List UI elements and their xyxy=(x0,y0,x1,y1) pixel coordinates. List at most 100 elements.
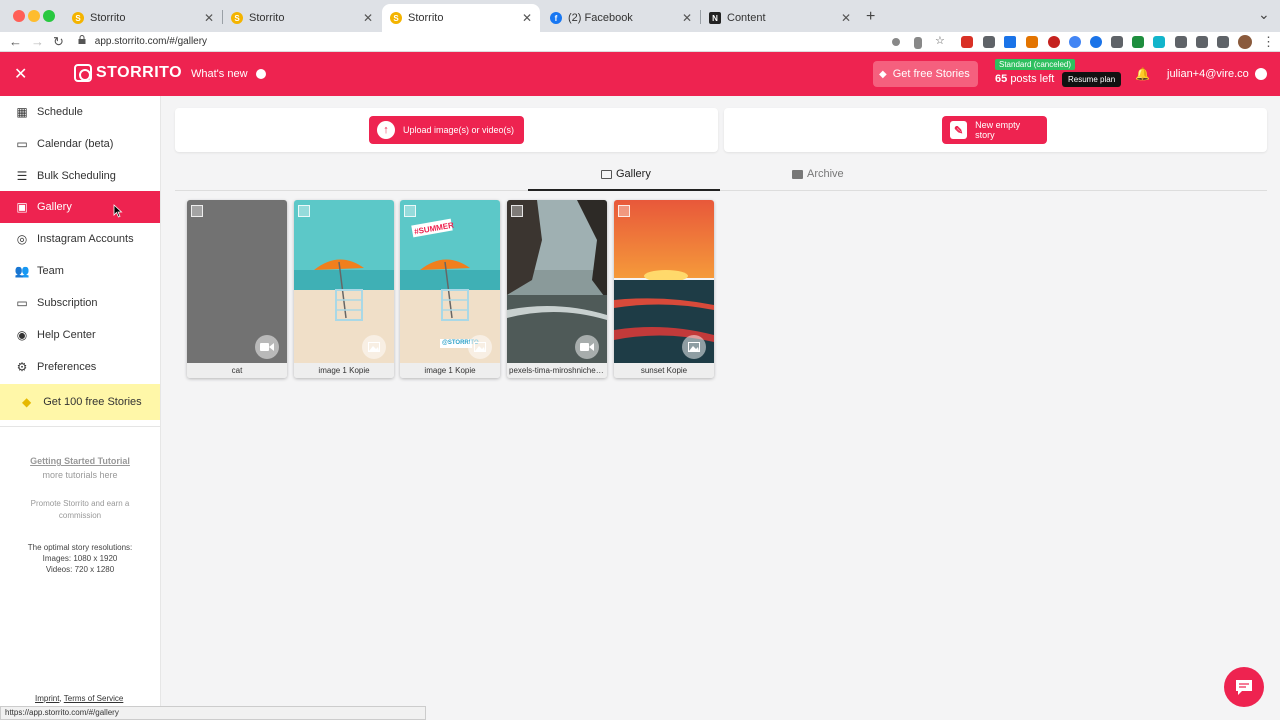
resume-plan-button[interactable]: Resume plan xyxy=(1062,72,1122,87)
close-tab-icon[interactable]: ✕ xyxy=(841,11,851,25)
select-checkbox[interactable] xyxy=(191,205,203,217)
bell-icon[interactable]: 🔔 xyxy=(1135,67,1150,81)
adblock-extension-icon[interactable] xyxy=(961,36,973,48)
get-free-stories-button[interactable]: ◆ Get free Stories xyxy=(873,61,978,87)
extension-icon[interactable] xyxy=(1090,36,1102,48)
profile-avatar[interactable] xyxy=(1238,35,1252,49)
lock-icon xyxy=(78,35,86,44)
help-icon: ◉ xyxy=(16,328,28,342)
sidebar-divider xyxy=(0,426,160,427)
chat-support-button[interactable] xyxy=(1224,667,1264,707)
more-tutorials-link[interactable]: more tutorials here xyxy=(0,470,160,480)
tab-archive[interactable]: Archive xyxy=(792,168,844,180)
sidebar-item-help-center[interactable]: ◉ Help Center xyxy=(0,319,160,351)
address-bar: ← → ↻ app.storrito.com/#/gallery ☆ ⋮ xyxy=(0,32,1280,52)
storrito-favicon-icon: S xyxy=(231,12,243,24)
whats-new-link[interactable]: What's new xyxy=(191,68,266,80)
media-caption: pexels-tima-miroshnichenko xyxy=(507,363,607,378)
sidebar: ▦ Schedule ▭ Calendar (beta) ☰ Bulk Sche… xyxy=(0,96,161,720)
video-camera-icon xyxy=(575,335,599,359)
images-icon: ▣ xyxy=(16,200,28,214)
media-item[interactable]: sunset Kopie xyxy=(614,200,714,378)
extension-icon[interactable] xyxy=(1153,36,1165,48)
user-icon xyxy=(1254,68,1267,80)
cast-icon[interactable] xyxy=(1196,36,1208,48)
chevron-down-icon[interactable]: ⌄ xyxy=(1258,6,1270,23)
select-checkbox[interactable] xyxy=(404,205,416,217)
get-100-free-stories-button[interactable]: ◆ Get 100 free Stories xyxy=(0,384,160,420)
media-caption: image 1 Kopie xyxy=(294,363,394,378)
media-item[interactable]: cat xyxy=(187,200,287,378)
list-icon: ☰ xyxy=(16,169,28,183)
terms-link[interactable]: Terms of Service xyxy=(64,694,124,703)
share-icon[interactable] xyxy=(914,37,922,49)
reload-icon[interactable]: ↻ xyxy=(53,34,64,50)
logo-mark-icon xyxy=(74,64,92,82)
gem-icon: ◆ xyxy=(879,68,887,80)
upload-media-button[interactable]: ↑ Upload image(s) or video(s) xyxy=(369,116,524,144)
gallery-tabs: Gallery Archive xyxy=(175,165,1267,191)
sidebar-item-schedule[interactable]: ▦ Schedule xyxy=(0,96,160,128)
media-item[interactable]: image 1 Kopie xyxy=(294,200,394,378)
affiliate-link[interactable]: Promote Storrito and earn a commission xyxy=(20,498,140,522)
gem-icon: ◆ xyxy=(22,395,32,409)
new-empty-story-button[interactable]: ✎ New empty story xyxy=(942,116,1047,144)
video-camera-icon xyxy=(255,335,279,359)
getting-started-tutorial-link[interactable]: Getting Started Tutorial xyxy=(0,456,160,466)
extension-icon[interactable] xyxy=(1111,36,1123,48)
browser-tab[interactable]: N Content ✕ xyxy=(701,4,859,32)
image-icon xyxy=(468,335,492,359)
sidebar-item-bulk-scheduling[interactable]: ☰ Bulk Scheduling xyxy=(0,160,160,192)
browser-tab[interactable]: S Storrito ✕ xyxy=(223,4,381,32)
storrito-logo[interactable]: STORRITO xyxy=(74,64,182,82)
url-field[interactable]: app.storrito.com/#/gallery xyxy=(78,35,207,47)
select-checkbox[interactable] xyxy=(618,205,630,217)
archive-icon xyxy=(792,169,803,179)
close-tab-icon[interactable]: ✕ xyxy=(522,11,532,25)
close-window-button[interactable] xyxy=(13,10,25,22)
notification-dot-icon xyxy=(255,69,266,79)
new-tab-icon[interactable]: + xyxy=(866,8,875,26)
extension-icon[interactable] xyxy=(1026,36,1038,48)
browser-tab-active[interactable]: S Storrito ✕ xyxy=(382,4,540,32)
sidebar-item-gallery[interactable]: ▣ Gallery xyxy=(0,191,160,223)
extension-icon[interactable] xyxy=(1069,36,1081,48)
chat-bubble-icon xyxy=(1236,680,1252,695)
browser-tab[interactable]: f (2) Facebook ✕ xyxy=(542,4,700,32)
close-tab-icon[interactable]: ✕ xyxy=(204,11,214,25)
maximize-window-button[interactable] xyxy=(43,10,55,22)
minimize-window-button[interactable] xyxy=(28,10,40,22)
extension-icon[interactable] xyxy=(1132,36,1144,48)
sidebar-item-instagram-accounts[interactable]: ◎ Instagram Accounts xyxy=(0,223,160,255)
sidebar-item-calendar[interactable]: ▭ Calendar (beta) xyxy=(0,128,160,160)
posts-left-counter: 65 posts left xyxy=(995,73,1055,85)
key-icon[interactable] xyxy=(892,38,900,46)
sidepanel-icon[interactable] xyxy=(1217,36,1229,48)
star-icon[interactable]: ☆ xyxy=(935,34,947,47)
select-checkbox[interactable] xyxy=(511,205,523,217)
tab-gallery[interactable]: Gallery xyxy=(601,168,651,180)
close-icon[interactable]: ✕ xyxy=(14,64,27,84)
media-item[interactable]: #SUMMER @STORRITO image 1 Kopie xyxy=(400,200,500,378)
imprint-link[interactable]: Imprint xyxy=(35,694,59,703)
puzzle-icon[interactable] xyxy=(1175,36,1187,48)
sidebar-item-subscription[interactable]: ▭ Subscription xyxy=(0,287,160,319)
extension-icon[interactable] xyxy=(1048,36,1060,48)
status-bar-url: https://app.storrito.com/#/gallery xyxy=(0,706,426,720)
media-item[interactable]: pexels-tima-miroshnichenko xyxy=(507,200,607,378)
sidebar-item-team[interactable]: 👥 Team xyxy=(0,255,160,287)
back-arrow-icon[interactable]: ← xyxy=(9,34,22,49)
browser-tab[interactable]: S Storrito ✕ xyxy=(64,4,222,32)
user-menu[interactable]: julian+4@vire.co xyxy=(1167,68,1267,80)
more-menu-icon[interactable]: ⋮ xyxy=(1262,34,1275,50)
notion-favicon-icon: N xyxy=(709,12,721,24)
extension-icon[interactable] xyxy=(1004,36,1016,48)
close-tab-icon[interactable]: ✕ xyxy=(363,11,373,25)
calendar-grid-icon: ▦ xyxy=(16,105,28,119)
close-tab-icon[interactable]: ✕ xyxy=(682,11,692,25)
forward-arrow-icon[interactable]: → xyxy=(31,34,44,49)
select-checkbox[interactable] xyxy=(298,205,310,217)
sidebar-item-preferences[interactable]: ⚙ Preferences xyxy=(0,351,160,383)
extension-icon[interactable] xyxy=(983,36,995,48)
browser-tab-bar: S Storrito ✕ S Storrito ✕ S Storrito ✕ f… xyxy=(0,0,1280,32)
